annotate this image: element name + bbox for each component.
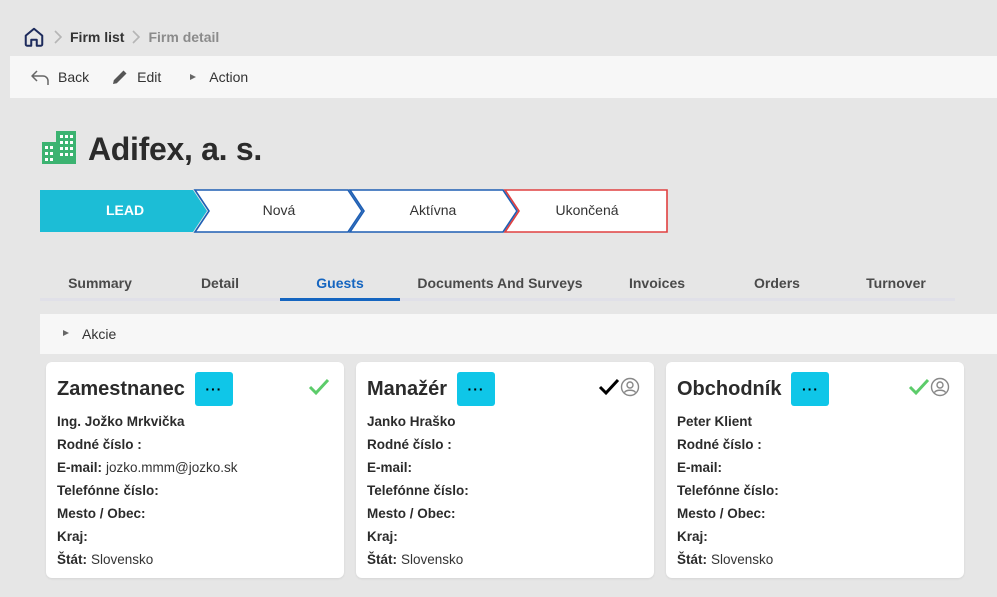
stage-lead-label: LEAD (106, 202, 144, 218)
actions-bar[interactable]: Akcie (40, 314, 997, 354)
stage-pipeline: LEAD Nová Aktívna Ukončená (40, 189, 668, 233)
stage-aktivna-label: Aktívna (410, 202, 457, 218)
tab-orders[interactable]: Orders (717, 268, 837, 298)
tab-invoices[interactable]: Invoices (597, 268, 717, 298)
telefon-label: Telefónne číslo: (367, 483, 469, 498)
guest-name: Janko Hraško (367, 414, 456, 429)
home-icon[interactable] (22, 25, 46, 49)
stat-label: Štát: (367, 552, 397, 567)
back-arrow-icon (30, 68, 50, 86)
rodne-cislo-label: Rodné číslo : (57, 437, 142, 452)
stat-label: Štát: (57, 552, 87, 567)
kraj-label: Kraj: (57, 529, 88, 544)
telefon-label: Telefónne číslo: (57, 483, 159, 498)
email-label: E-mail: (677, 460, 723, 475)
user-circle-icon[interactable] (620, 377, 640, 402)
stage-nova-label: Nová (263, 202, 296, 218)
toolbar: Back Edit Action (10, 56, 997, 98)
card-menu-button[interactable]: ··· (457, 372, 496, 406)
email-label: E-mail: (367, 460, 413, 475)
tab-bar: Summary Detail Guests Documents And Surv… (40, 268, 955, 301)
stat-value: Slovensko (401, 552, 464, 567)
kraj-label: Kraj: (677, 529, 708, 544)
mesto-label: Mesto / Obec: (367, 506, 456, 521)
tab-summary[interactable]: Summary (40, 268, 160, 298)
user-circle-icon[interactable] (930, 377, 950, 402)
guest-card: Obchodník ··· Peter Klient Rodné číslo :… (666, 362, 964, 578)
page-header: Adifex, a. s. (40, 128, 262, 171)
action-button[interactable]: Action (183, 69, 248, 85)
rodne-cislo-label: Rodné číslo : (677, 437, 762, 452)
guest-card: Zamestnanec ··· Ing. Jožko Mrkvička Rodn… (46, 362, 344, 578)
stat-value: Slovensko (711, 552, 774, 567)
pencil-icon (111, 68, 129, 86)
building-icon (40, 128, 78, 171)
rodne-cislo-label: Rodné číslo : (367, 437, 452, 452)
check-icon[interactable] (908, 377, 930, 402)
card-role-title: Obchodník (677, 377, 782, 400)
tab-documents-and-surveys[interactable]: Documents And Surveys (400, 268, 600, 298)
chevron-right-icon (46, 30, 70, 44)
mesto-label: Mesto / Obec: (57, 506, 146, 521)
stage-aktivna[interactable]: Aktívna (348, 189, 518, 233)
chevron-right-icon (124, 30, 148, 44)
stat-value: Slovensko (91, 552, 154, 567)
guest-card: Manažér ··· Janko Hraško Rodné číslo : E… (356, 362, 654, 578)
stage-ukoncena-label: Ukončená (555, 202, 618, 218)
play-triangle-icon (189, 73, 197, 81)
card-menu-button[interactable]: ··· (194, 372, 233, 406)
card-role-title: Manažér (367, 377, 448, 400)
page-title: Adifex, a. s. (88, 131, 262, 167)
check-icon[interactable] (598, 377, 620, 402)
kraj-label: Kraj: (367, 529, 398, 544)
card-menu-button[interactable]: ··· (791, 372, 830, 406)
tab-turnover[interactable]: Turnover (836, 268, 956, 298)
email-label: E-mail: (57, 460, 103, 475)
edit-button[interactable]: Edit (111, 68, 161, 86)
stage-nova[interactable]: Nová (193, 189, 363, 233)
guest-name: Peter Klient (677, 414, 753, 429)
actions-label: Akcie (82, 326, 117, 342)
tab-detail[interactable]: Detail (160, 268, 280, 298)
tab-guests[interactable]: Guests (280, 268, 400, 301)
card-role-title: Zamestnanec (57, 377, 185, 400)
check-icon (308, 377, 330, 402)
back-button[interactable]: Back (30, 68, 89, 86)
stage-ukoncena[interactable]: Ukončená (503, 189, 668, 233)
edit-label: Edit (137, 69, 162, 85)
breadcrumb-firm-detail: Firm detail (148, 29, 220, 45)
back-label: Back (58, 69, 90, 85)
email-value: jozko.mmm@jozko.sk (106, 460, 238, 475)
play-triangle-icon (62, 328, 70, 340)
telefon-label: Telefónne číslo: (677, 483, 779, 498)
action-label: Action (209, 69, 249, 85)
stage-lead[interactable]: LEAD (40, 190, 207, 232)
breadcrumb-firm-list[interactable]: Firm list (70, 29, 124, 45)
guest-name: Ing. Jožko Mrkvička (57, 414, 185, 429)
breadcrumb: Firm list Firm detail (22, 24, 219, 50)
stat-label: Štát: (677, 552, 707, 567)
mesto-label: Mesto / Obec: (677, 506, 766, 521)
